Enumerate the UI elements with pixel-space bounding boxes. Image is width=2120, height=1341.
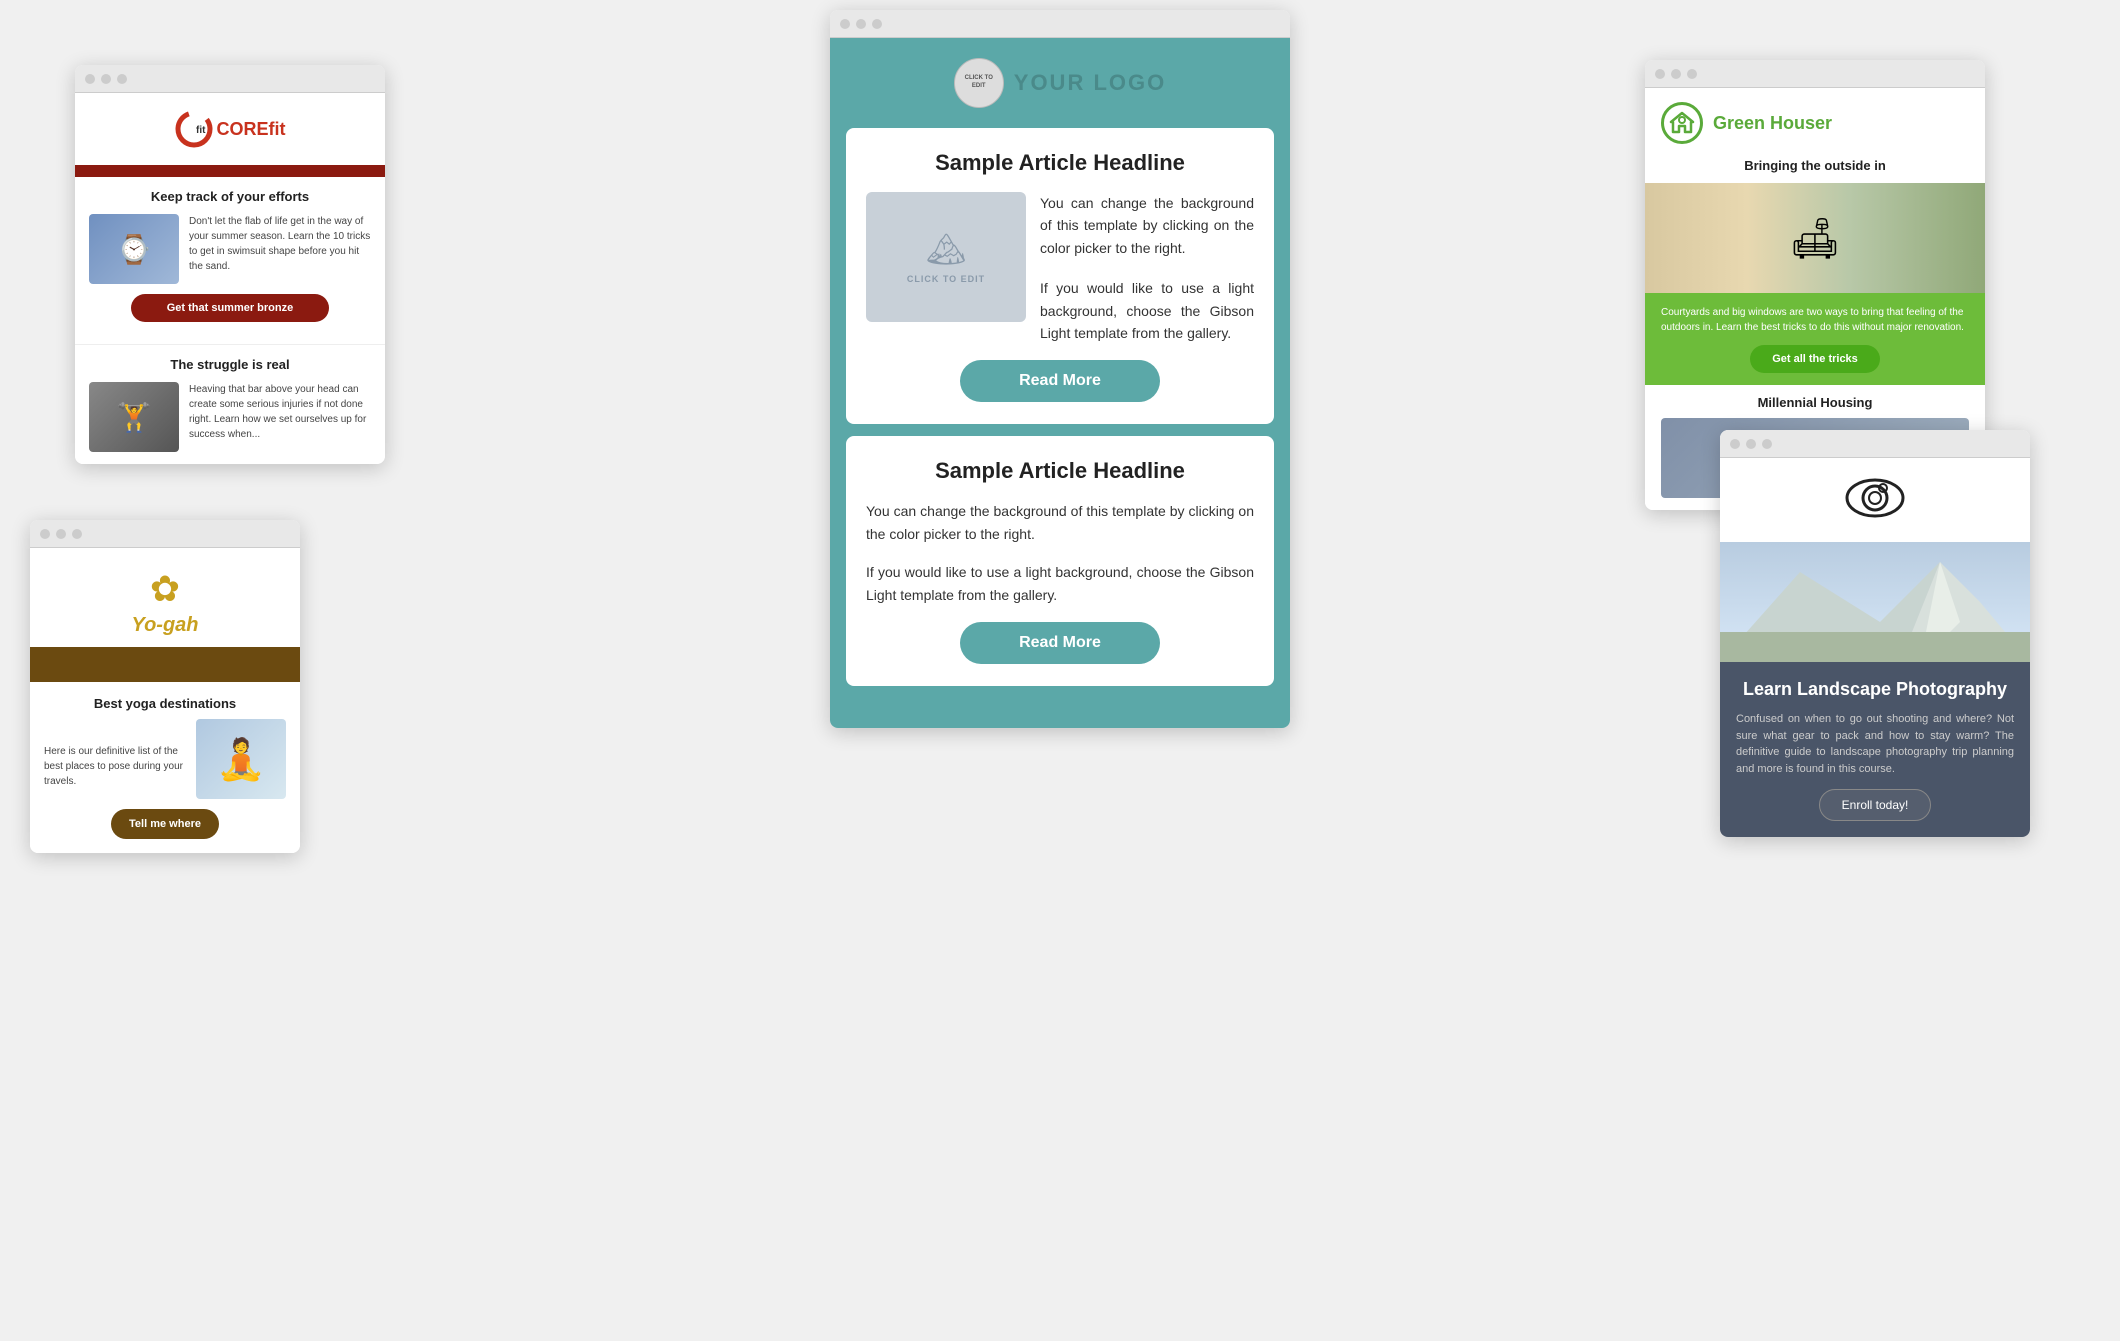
yogah-lotus-icon: ✿ [150, 568, 180, 610]
corefit-section2-title: The struggle is real [89, 357, 371, 372]
corefit-window: fit COREfit Keep track of your efforts ⌚… [75, 65, 385, 464]
greenhouser-section1-text: Courtyards and big windows are two ways … [1661, 305, 1969, 335]
corefit-row2: 🏋 Heaving that bar above your head can c… [89, 382, 371, 452]
yogah-button[interactable]: Tell me where [111, 809, 219, 839]
dot-green [872, 19, 882, 29]
dot-green [117, 74, 127, 84]
mountain-svg [1720, 542, 2030, 662]
corefit-brand-name: COREfit [216, 119, 285, 140]
dot-red [85, 74, 95, 84]
corefit-browser-bar [75, 65, 385, 93]
watch-emoji: ⌚ [117, 233, 152, 266]
article-card-1: Sample Article Headline 🏔 CLICK TO EDIT … [846, 128, 1274, 424]
camera-headline: Learn Landscape Photography [1736, 678, 2014, 701]
logo-placeholder-text: CLICK TO EDIT [955, 71, 1003, 95]
dot-red [1730, 439, 1740, 449]
greenhouser-tagline: Bringing the outside in [1645, 158, 1985, 183]
dot-green [72, 529, 82, 539]
yoga-person-icon: 🧘 [216, 736, 266, 783]
corefit-logo-icon: fit [174, 109, 214, 149]
yogah-window: ✿ Yo-gah Best yoga destinations Here is … [30, 520, 300, 853]
camera-content: Learn Landscape Photography Confused on … [1720, 458, 2030, 837]
fight-emoji: 🏋 [117, 401, 152, 434]
corefit-section2-text: Heaving that bar above your head can cre… [189, 382, 371, 442]
yogah-person-image: 🧘 [196, 719, 286, 799]
corefit-content: fit COREfit Keep track of your efforts ⌚… [75, 93, 385, 464]
greenhouser-section2-title: Millennial Housing [1661, 395, 1969, 410]
greenhouser-hero-image: 🛋 [1645, 183, 1985, 293]
greenhouser-brand-name: Green Houser [1713, 113, 1832, 134]
yogah-browser-bar [30, 520, 300, 548]
yogah-content: ✿ Yo-gah Best yoga destinations Here is … [30, 548, 300, 853]
yogah-section-text: Here is our definitive list of the best … [44, 744, 186, 789]
dot-red [40, 529, 50, 539]
article1-click-to-edit: CLICK TO EDIT [907, 274, 985, 284]
greenhouser-button[interactable]: Get all the tricks [1750, 345, 1880, 373]
dot-yellow [101, 74, 111, 84]
article2-headline: Sample Article Headline [866, 458, 1254, 484]
corefit-watch-image: ⌚ [89, 214, 179, 284]
article-card-2: Sample Article Headline You can change t… [846, 436, 1274, 686]
article1-read-more-button[interactable]: Read More [960, 360, 1160, 402]
dot-red [1655, 69, 1665, 79]
greenhouser-hero-inner: 🛋 [1645, 183, 1985, 293]
camera-bottom-section: Learn Landscape Photography Confused on … [1720, 662, 2030, 837]
yogah-section-title: Best yoga destinations [44, 696, 286, 711]
house-icon [1669, 110, 1695, 136]
camera-browser-bar [1720, 430, 2030, 458]
image-mountain-icon: 🏔 [926, 230, 967, 268]
dot-green [1762, 439, 1772, 449]
camera-window: Learn Landscape Photography Confused on … [1720, 430, 2030, 837]
corefit-section1-title: Keep track of your efforts [89, 189, 371, 204]
article1-text2: If you would like to use a light backgro… [1040, 277, 1254, 344]
dot-green [1687, 69, 1697, 79]
dot-red [840, 19, 850, 29]
logo-placeholder-circle[interactable]: CLICK TO EDIT [954, 58, 1004, 108]
dot-yellow [56, 529, 66, 539]
yogah-section: Best yoga destinations Here is our defin… [30, 682, 300, 853]
camera-text: Confused on when to go out shooting and … [1736, 711, 2014, 777]
corefit-logo-area: fit COREfit [75, 93, 385, 165]
greenhouser-logo-area: Green Houser [1645, 88, 1985, 158]
yogah-text-col: Here is our definitive list of the best … [44, 744, 186, 799]
yogah-bottom-area: Here is our definitive list of the best … [44, 719, 286, 799]
greenhouser-browser-bar [1645, 60, 1985, 88]
main-content-area: CLICK TO EDIT YOUR LOGO Sample Article H… [830, 38, 1290, 728]
camera-logo-area [1720, 458, 2030, 542]
svg-text:fit: fit [196, 125, 206, 136]
greenhouser-green-section: Courtyards and big windows are two ways … [1645, 293, 1985, 385]
article1-headline: Sample Article Headline [866, 150, 1254, 176]
article2-text1: You can change the background of this te… [866, 500, 1254, 545]
greenhouser-logo-icon [1661, 102, 1703, 144]
logo-text: YOUR LOGO [1014, 70, 1166, 96]
article1-text-content: You can change the background of this te… [1040, 192, 1254, 344]
corefit-section1-button[interactable]: Get that summer bronze [131, 294, 328, 322]
article1-text1: You can change the background of this te… [1040, 192, 1254, 259]
camera-lens-icon [1845, 478, 1905, 528]
dot-yellow [856, 19, 866, 29]
camera-enroll-button[interactable]: Enroll today! [1819, 789, 1932, 821]
article1-body: 🏔 CLICK TO EDIT You can change the backg… [866, 192, 1254, 344]
yogah-brown-bar [30, 647, 300, 682]
main-logo-area: CLICK TO EDIT YOUR LOGO [846, 58, 1274, 108]
camera-svg-icon [1845, 478, 1905, 518]
yogah-logo-area: ✿ Yo-gah [30, 548, 300, 647]
corefit-red-bar [75, 165, 385, 177]
camera-mountain-image [1720, 542, 2030, 662]
article1-image[interactable]: 🏔 CLICK TO EDIT [866, 192, 1026, 322]
article2-text2: If you would like to use a light backgro… [866, 561, 1254, 606]
corefit-section1-text: Don't let the flab of life get in the wa… [189, 214, 371, 274]
corefit-row1: ⌚ Don't let the flab of life get in the … [89, 214, 371, 284]
dot-yellow [1671, 69, 1681, 79]
corefit-section2: The struggle is real 🏋 Heaving that bar … [75, 344, 385, 464]
main-browser-bar [830, 10, 1290, 38]
corefit-fight-image: 🏋 [89, 382, 179, 452]
main-email-window: CLICK TO EDIT YOUR LOGO Sample Article H… [830, 10, 1290, 728]
yogah-brand-name: Yo-gah [131, 614, 198, 637]
corefit-logo: fit COREfit [174, 109, 285, 149]
dot-yellow [1746, 439, 1756, 449]
corefit-section1: Keep track of your efforts ⌚ Don't let t… [75, 177, 385, 344]
living-room-emoji: 🛋 [1790, 215, 1841, 262]
article2-read-more-button[interactable]: Read More [960, 622, 1160, 664]
